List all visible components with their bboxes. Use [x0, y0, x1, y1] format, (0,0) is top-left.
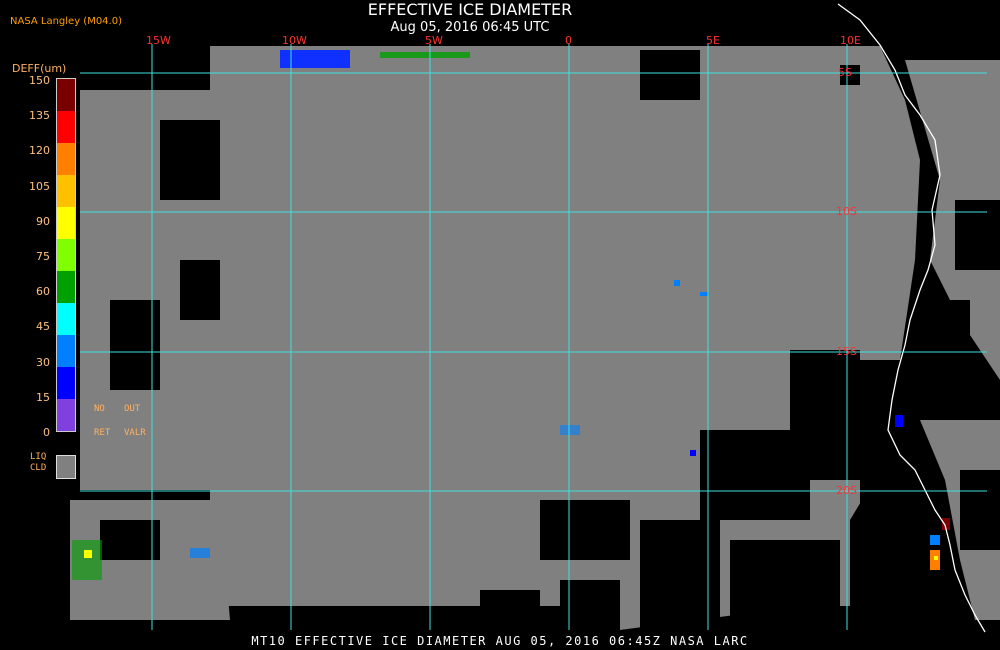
lon-label: 10E	[840, 34, 861, 47]
map-timestamp: Aug 05, 2016 06:45 UTC	[390, 20, 550, 35]
liquid-label-line2: CLD	[30, 463, 47, 473]
colorbar-swatch	[57, 399, 75, 431]
map-title: EFFECTIVE ICE DIAMETER	[367, 0, 573, 19]
colorbar-note-out: OUT	[124, 404, 141, 414]
colorbar-tick-label: 45	[36, 320, 50, 334]
colorbar-swatch	[57, 207, 75, 239]
colorbar-tick-label: 0	[43, 426, 50, 439]
colorbar-tick-label: 135	[29, 109, 50, 123]
footer-caption: MT10 EFFECTIVE ICE DIAMETER AUG 05, 2016…	[251, 634, 749, 648]
liquid-cloud-label: LIQ CLD	[30, 452, 46, 474]
colorbar-swatch	[57, 79, 75, 111]
colorbar-swatch	[57, 303, 75, 335]
colorbar-note-ret: RET	[94, 428, 111, 438]
lat-label: 5S	[838, 66, 852, 79]
credit-label: NASA Langley (M04.0)	[10, 16, 122, 27]
colorbar-swatch	[57, 367, 75, 399]
colorbar-tick-label: 30	[36, 355, 50, 369]
lon-label: 0	[565, 34, 572, 47]
colorbar-swatch	[57, 271, 75, 303]
liquid-cloud-swatch	[56, 455, 76, 479]
lon-label: 5E	[706, 34, 720, 47]
colorbar-swatch	[57, 111, 75, 143]
colorbar-swatch	[57, 239, 75, 271]
lat-label: 20S	[836, 484, 857, 497]
colorbar	[56, 78, 76, 432]
colorbar-note-no: NO	[94, 404, 105, 414]
liquid-label-line1: LIQ	[30, 452, 47, 462]
colorbar-tick-label: 150	[29, 74, 50, 87]
colorbar-swatch	[57, 143, 75, 175]
colorbar-tick-label: 15	[36, 390, 50, 404]
lon-label: 10W	[282, 34, 307, 47]
colorbar-tick-label: 75	[36, 250, 50, 263]
colorbar-note-valr: VALR	[124, 428, 146, 438]
lon-label: 5W	[425, 34, 443, 47]
colorbar-swatch	[57, 335, 75, 367]
lon-label: 15W	[146, 34, 171, 47]
lat-label: 15S	[836, 345, 857, 358]
colorbar-swatch	[57, 175, 75, 207]
colorbar-tick-label: 120	[29, 144, 50, 158]
lat-label: 10S	[836, 205, 857, 218]
colorbar-tick-label: 90	[36, 214, 50, 228]
colorbar-tick-label: 105	[29, 179, 50, 193]
satellite-map	[70, 3, 1000, 633]
colorbar-tick-label: 60	[36, 285, 50, 299]
